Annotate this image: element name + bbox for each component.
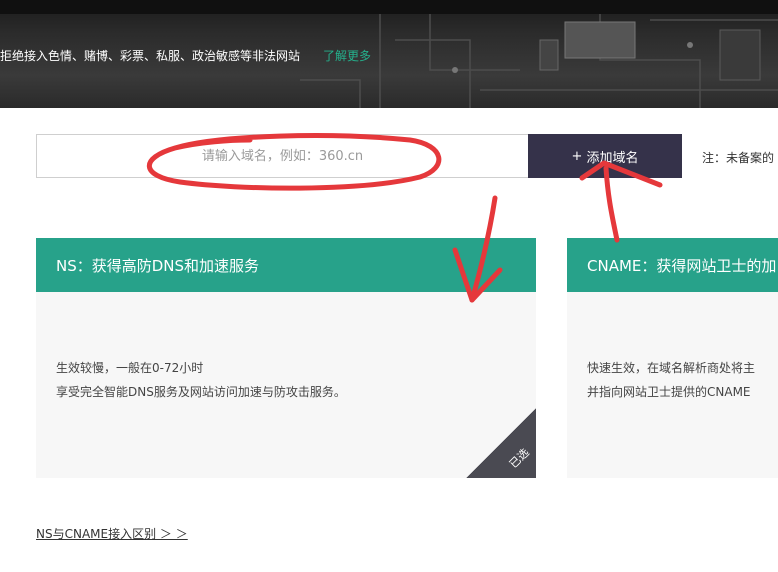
- top-banner: 拒绝接入色情、赌博、彩票、私服、政治敏感等非法网站 了解更多: [0, 0, 778, 108]
- ns-option-card[interactable]: NS：获得高防DNS和加速服务 生效较慢，一般在0-72小时 享受完全智能DNS…: [36, 238, 536, 478]
- add-domain-label: 添加域名: [586, 150, 639, 166]
- cname-option-card[interactable]: CNAME：获得网站卫士的加 快速生效，在域名解析商处将主 并指向网站卫士提供的…: [567, 238, 778, 478]
- arrow-up-annotation: [603, 165, 620, 243]
- domain-input-wrapper: [36, 134, 529, 178]
- ns-card-desc-1: 生效较慢，一般在0-72小时: [56, 361, 204, 375]
- cname-card-desc-2: 并指向网站卫士提供的CNAME: [587, 385, 751, 399]
- ns-card-title: NS：获得高防DNS和加速服务: [36, 238, 536, 292]
- learn-more-link[interactable]: 了解更多: [323, 47, 371, 64]
- cname-card-title: CNAME：获得网站卫士的加: [567, 238, 778, 292]
- ns-cname-difference-link[interactable]: NS与CNAME接入区别 ＞ ＞: [36, 525, 188, 542]
- note-text: 注：未备案的: [702, 151, 775, 165]
- ns-card-desc-2: 享受完全智能DNS服务及网站访问加速与防攻击服务。: [56, 385, 346, 399]
- cname-card-desc-1: 快速生效，在域名解析商处将主: [587, 361, 756, 375]
- banner-notice: 拒绝接入色情、赌博、彩票、私服、政治敏感等非法网站: [0, 49, 301, 63]
- plus-icon: +: [571, 148, 583, 164]
- add-domain-button[interactable]: + 添加域名: [528, 134, 682, 178]
- domain-input[interactable]: [37, 135, 528, 177]
- selected-corner-badge: [466, 408, 536, 478]
